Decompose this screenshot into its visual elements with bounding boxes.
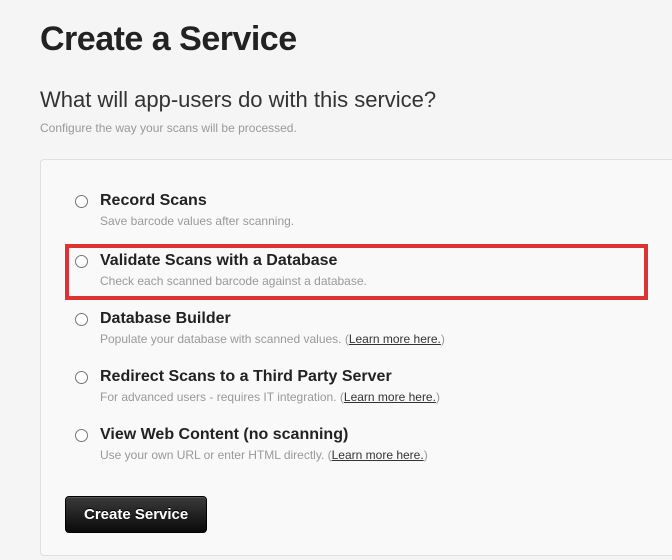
learn-more-link[interactable]: Learn more here. <box>344 390 436 404</box>
option-redirect-scans[interactable]: Redirect Scans to a Third Party Server F… <box>65 362 648 414</box>
radio-view-web-content[interactable] <box>75 429 88 442</box>
option-desc: Save barcode values after scanning. <box>100 214 638 228</box>
option-record-scans[interactable]: Record Scans Save barcode values after s… <box>65 186 648 238</box>
option-view-web-content[interactable]: View Web Content (no scanning) Use your … <box>65 420 648 472</box>
option-desc: Use your own URL or enter HTML directly.… <box>100 448 638 462</box>
option-database-builder[interactable]: Database Builder Populate your database … <box>65 304 648 356</box>
learn-more-link[interactable]: Learn more here. <box>332 448 424 462</box>
radio-redirect-scans[interactable] <box>75 371 88 384</box>
radio-validate-scans[interactable] <box>75 255 88 268</box>
page-title: Create a Service <box>40 20 672 59</box>
options-panel: Record Scans Save barcode values after s… <box>40 159 672 556</box>
option-title: Database Builder <box>100 310 231 328</box>
option-desc: For advanced users - requires IT integra… <box>100 390 638 404</box>
subdesc: Configure the way your scans will be pro… <box>40 121 672 135</box>
subtitle: What will app-users do with this service… <box>40 87 672 113</box>
option-title: Validate Scans with a Database <box>100 252 337 270</box>
option-title: Record Scans <box>100 192 207 210</box>
create-service-button[interactable]: Create Service <box>65 496 207 533</box>
option-desc: Check each scanned barcode against a dat… <box>100 274 638 288</box>
option-desc: Populate your database with scanned valu… <box>100 332 638 346</box>
option-title: Redirect Scans to a Third Party Server <box>100 368 392 386</box>
option-title: View Web Content (no scanning) <box>100 426 348 444</box>
learn-more-link[interactable]: Learn more here. <box>349 332 441 346</box>
option-validate-scans[interactable]: Validate Scans with a Database Check eac… <box>65 244 648 300</box>
radio-record-scans[interactable] <box>75 195 88 208</box>
radio-database-builder[interactable] <box>75 313 88 326</box>
